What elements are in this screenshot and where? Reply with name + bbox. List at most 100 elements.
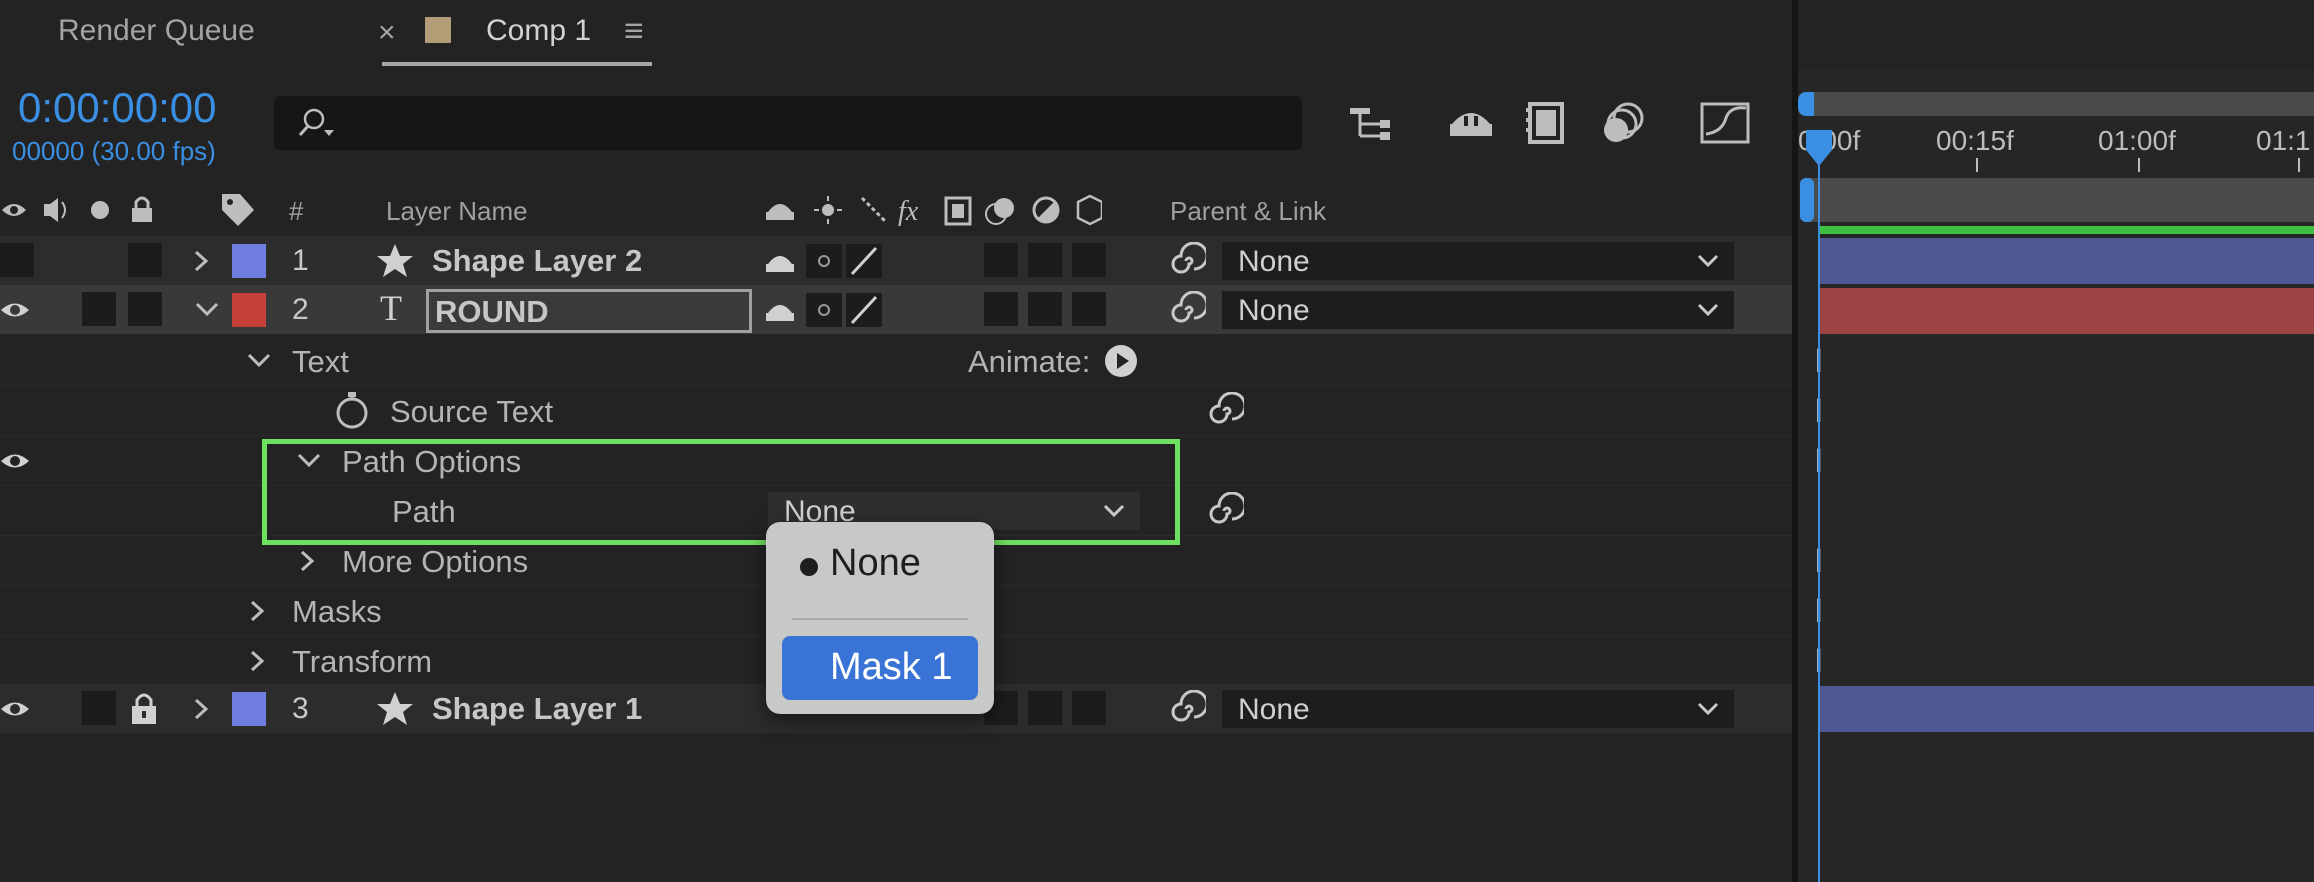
lock-switch[interactable]: [128, 243, 162, 277]
transform-label: Transform: [292, 644, 433, 679]
chevron-right-icon[interactable]: [246, 648, 270, 674]
layer-row[interactable]: 1 Shape Layer 2 None: [0, 236, 1792, 285]
playhead-line[interactable]: [1818, 150, 1820, 882]
work-area-start-handle[interactable]: [1798, 92, 1814, 116]
parent-dropdown[interactable]: None: [1222, 690, 1734, 728]
graph-editor-icon[interactable]: [1698, 96, 1752, 150]
stopwatch-icon[interactable]: [334, 390, 370, 430]
layer-number: 1: [292, 244, 309, 277]
layer-number: 2: [292, 293, 309, 326]
label-color-swatch[interactable]: [232, 293, 266, 327]
switch-cell[interactable]: [984, 292, 1018, 326]
composition-flowchart-icon[interactable]: [1346, 96, 1400, 150]
pick-whip-icon[interactable]: [1204, 392, 1244, 430]
star-icon: [377, 244, 413, 277]
search-icon: [298, 108, 334, 136]
render-bar: [1820, 226, 2314, 234]
switch-cell[interactable]: [1028, 243, 1062, 277]
panel-menu-icon[interactable]: ≡: [624, 12, 644, 51]
layer-name[interactable]: Shape Layer 2: [432, 243, 642, 279]
tab-comp-1[interactable]: Comp 1: [486, 14, 591, 48]
column-parent-link[interactable]: Parent & Link: [1170, 196, 1326, 227]
comp-navigator-bar[interactable]: [1808, 178, 2314, 222]
eye-icon[interactable]: [0, 696, 30, 722]
star-icon: [377, 692, 413, 725]
current-time-display[interactable]: 0:00:00:00: [18, 84, 217, 132]
switch-cell[interactable]: [1028, 691, 1062, 725]
switch-cell[interactable]: [1028, 292, 1062, 326]
tab-render-queue[interactable]: Render Queue: [58, 14, 255, 48]
layer-row-selected[interactable]: 2 T ROUND None: [0, 285, 1792, 334]
chevron-right-icon[interactable]: [190, 248, 214, 274]
chevron-right-icon[interactable]: [190, 696, 214, 722]
chevron-down-icon: [1697, 702, 1719, 716]
property-row-text[interactable]: Text Animate:: [0, 336, 1792, 386]
parent-value: None: [1238, 294, 1310, 327]
switch-cell[interactable]: [1072, 292, 1106, 326]
column-layer-name[interactable]: Layer Name: [386, 196, 528, 227]
chevron-right-icon[interactable]: [246, 598, 270, 624]
tab-close-button[interactable]: ×: [378, 16, 396, 50]
parent-dropdown[interactable]: None: [1222, 242, 1734, 280]
pick-whip-icon[interactable]: [1166, 242, 1206, 280]
text-layer-icon: T: [380, 288, 402, 328]
pick-whip-icon[interactable]: [1166, 291, 1206, 329]
ruler-tick: [2298, 158, 2300, 172]
work-area-bar[interactable]: [1810, 92, 2314, 116]
label-color-swatch[interactable]: [232, 244, 266, 278]
ruler-label: 01:00f: [2098, 125, 2176, 156]
menu-item-mask-1[interactable]: Mask 1: [782, 636, 978, 700]
path-popup-menu[interactable]: None Mask 1: [766, 522, 994, 714]
solo-switch[interactable]: [82, 292, 116, 326]
layer-duration-bar[interactable]: [1820, 238, 2314, 284]
chevron-right-icon[interactable]: [296, 548, 320, 574]
label-color-swatch[interactable]: [232, 692, 266, 726]
chevron-down-icon[interactable]: [194, 299, 222, 321]
layer-switches-header-icons: fx: [766, 194, 1102, 227]
menu-item-none[interactable]: None: [830, 542, 921, 585]
menu-divider: [792, 618, 968, 620]
menu-item-label: Mask 1: [830, 646, 953, 688]
layer-search-input[interactable]: [274, 96, 1302, 150]
parent-dropdown[interactable]: None: [1222, 291, 1734, 329]
layer-switches[interactable]: [762, 291, 892, 329]
chevron-down-icon: [1697, 254, 1719, 268]
animate-play-icon[interactable]: [1104, 344, 1138, 378]
switch-cell[interactable]: [1072, 691, 1106, 725]
layer-name-edit-field[interactable]: ROUND: [426, 289, 752, 333]
frame-rate-readout: 00000 (30.00 fps): [12, 136, 216, 166]
layer-switches[interactable]: [762, 242, 892, 280]
masks-label: Masks: [292, 594, 382, 629]
playhead-handle-icon[interactable]: [1804, 128, 1834, 168]
layer-duration-bar[interactable]: [1820, 288, 2314, 334]
eye-icon[interactable]: [0, 297, 30, 323]
motion-blur-icon[interactable]: [1598, 96, 1652, 150]
frame-blending-icon[interactable]: [1520, 96, 1574, 150]
pick-whip-icon[interactable]: [1166, 690, 1206, 728]
av-switch-header-icons: [2, 196, 152, 222]
label-tag-icon: [222, 194, 254, 226]
switch-cell[interactable]: [1072, 243, 1106, 277]
active-tab-indicator: [382, 62, 652, 66]
shy-layers-icon[interactable]: [1444, 96, 1498, 150]
ruler-tick: [1976, 158, 1978, 172]
solo-switch[interactable]: [82, 691, 116, 725]
switch-cell[interactable]: [984, 243, 1018, 277]
chevron-down-icon[interactable]: [246, 350, 274, 372]
ruler-tick: [2138, 158, 2140, 172]
lock-icon[interactable]: [128, 690, 160, 726]
animate-label: Animate:: [968, 344, 1091, 379]
lock-switch[interactable]: [128, 292, 162, 326]
panel-tab-bar: [0, 0, 2314, 70]
parent-value: None: [1238, 693, 1310, 726]
parent-value: None: [1238, 245, 1310, 278]
navigator-handle[interactable]: [1800, 178, 1814, 222]
property-row-source-text[interactable]: Source Text: [0, 386, 1792, 436]
search-field[interactable]: [350, 104, 1284, 142]
eye-icon[interactable]: [0, 448, 30, 474]
pick-whip-icon[interactable]: [1204, 492, 1244, 530]
more-options-label: More Options: [342, 544, 529, 579]
video-switch[interactable]: [0, 243, 34, 277]
layer-duration-bar[interactable]: [1820, 686, 2314, 732]
layer-name[interactable]: Shape Layer 1: [432, 691, 642, 727]
